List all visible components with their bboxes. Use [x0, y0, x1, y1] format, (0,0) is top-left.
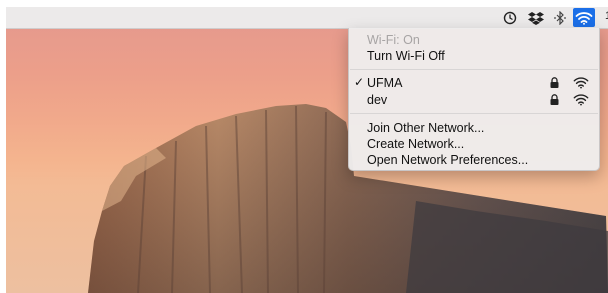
lock-icon [550, 94, 559, 108]
dropbox-icon[interactable] [525, 8, 547, 27]
menu-separator [350, 113, 598, 114]
menu-separator [350, 69, 598, 70]
join-other-network-item[interactable]: Join Other Network... [367, 120, 484, 136]
create-network-item[interactable]: Create Network... [367, 136, 464, 152]
time-machine-icon[interactable] [499, 8, 521, 27]
lock-icon [550, 77, 559, 91]
turn-wifi-off-item[interactable]: Turn Wi-Fi Off [367, 48, 445, 64]
checkmark-icon: ✓ [354, 75, 365, 89]
network-item-dev[interactable]: dev [354, 92, 594, 108]
wifi-signal-icon [573, 93, 589, 109]
wifi-signal-icon [573, 76, 589, 92]
bluetooth-icon[interactable] [549, 8, 571, 27]
menu-bar: 1 [6, 7, 608, 29]
open-network-preferences-item[interactable]: Open Network Preferences... [367, 152, 528, 168]
network-name: UFMA [367, 76, 403, 90]
wifi-status-label: Wi-Fi: On [367, 33, 420, 47]
wifi-icon[interactable] [573, 8, 595, 27]
network-name: dev [367, 93, 388, 107]
wifi-menu: Wi-Fi: On Turn Wi-Fi Off ✓ UFMA dev Join… [348, 28, 600, 171]
network-item-ufma[interactable]: ✓ UFMA [354, 75, 594, 91]
